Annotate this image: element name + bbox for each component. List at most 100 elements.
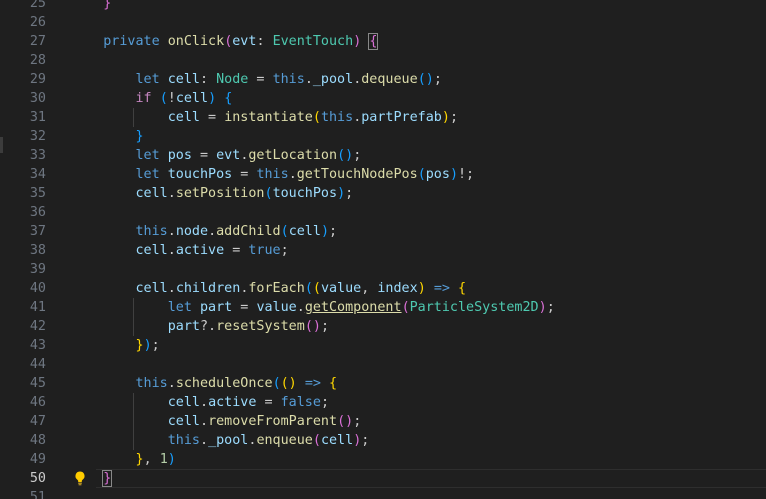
code-line[interactable]: 43 });	[0, 336, 766, 355]
code-line[interactable]: 46 cell.active = false;	[0, 393, 766, 412]
line-number: 26	[29, 15, 46, 30]
line-number: 40	[29, 281, 46, 296]
code-token: onClick	[167, 34, 225, 49]
code-line[interactable]: 33 let pos = evt.getLocation();	[0, 146, 766, 165]
code-token: cell	[135, 281, 168, 296]
code-token: _pool	[208, 433, 249, 448]
line-number: 29	[29, 72, 46, 87]
code-line[interactable]: 45 this.scheduleOnce(() => {	[0, 374, 766, 393]
code-token: )	[167, 452, 176, 467]
code-line[interactable]: 31 cell = instantiate(this.partPrefab);	[0, 108, 766, 127]
code-line[interactable]: 39	[0, 260, 766, 279]
code-token: =>	[304, 376, 321, 391]
code-token: )	[320, 224, 329, 239]
code-token: ;	[353, 414, 362, 429]
code-token: .	[296, 300, 305, 315]
code-token: :	[256, 34, 273, 49]
code-token: instantiate	[224, 110, 313, 125]
line-number: 32	[29, 129, 46, 144]
code-text: this.scheduleOnce(() => {	[71, 374, 338, 393]
code-token: part	[200, 300, 233, 315]
code-line[interactable]: 34 let touchPos = this.getTouchNodePos(p…	[0, 165, 766, 184]
code-token: let	[135, 72, 160, 87]
code-token: ;	[353, 148, 362, 163]
code-line[interactable]: 50 }	[0, 469, 766, 488]
code-token: private	[103, 34, 160, 49]
code-token: _pool	[312, 72, 354, 87]
code-line[interactable]: 36	[0, 203, 766, 222]
code-token: cell	[167, 395, 200, 410]
code-token: .	[288, 167, 297, 182]
line-number: 27	[29, 34, 46, 49]
code-token: active	[208, 395, 257, 410]
code-line[interactable]: 30 if (!cell) {	[0, 89, 766, 108]
code-line[interactable]: 28	[0, 51, 766, 70]
code-line[interactable]: 51	[0, 488, 766, 499]
line-number: 45	[29, 376, 46, 391]
code-line[interactable]: 32 }	[0, 127, 766, 146]
line-number: 42	[29, 319, 46, 334]
code-line[interactable]: 49 }, 1)	[0, 450, 766, 469]
code-line[interactable]: 42 part?.resetSystem();	[0, 317, 766, 336]
code-line[interactable]: 29 let cell: Node = this._pool.dequeue()…	[0, 70, 766, 89]
code-line[interactable]: 44	[0, 355, 766, 374]
code-token: (	[417, 167, 426, 182]
code-token: )	[538, 300, 547, 315]
lightbulb-icon[interactable]	[73, 470, 87, 486]
code-line[interactable]: 25 }	[0, 0, 766, 13]
code-token: let	[135, 148, 160, 163]
code-line[interactable]: 47 cell.removeFromParent();	[0, 412, 766, 431]
code-token: getTouchNodePos	[296, 167, 418, 182]
current-line-highlight	[96, 469, 766, 488]
code-line[interactable]: 35 cell.setPosition(touchPos);	[0, 184, 766, 203]
line-number: 35	[29, 186, 46, 201]
code-line[interactable]: 48 this._pool.enqueue(cell);	[0, 431, 766, 450]
code-token: cell	[167, 110, 200, 125]
code-token: =	[232, 167, 257, 182]
code-token: cell	[135, 243, 168, 258]
code-token: part	[167, 319, 200, 334]
line-number: 50	[29, 471, 46, 486]
code-token: this	[256, 167, 289, 182]
code-token: (	[312, 110, 321, 125]
code-line[interactable]: 38 cell.active = true;	[0, 241, 766, 260]
code-token: =	[191, 148, 217, 163]
code-token: let	[167, 300, 192, 315]
code-token: ,	[361, 281, 378, 296]
code-token: forEach	[248, 281, 305, 296]
code-token: pos	[425, 167, 450, 182]
code-line[interactable]: 26	[0, 13, 766, 32]
code-token: ;	[449, 110, 458, 125]
code-token: {	[458, 281, 467, 296]
code-token: value	[256, 300, 297, 315]
code-token: cell	[135, 186, 168, 201]
code-token: scheduleOnce	[175, 376, 273, 391]
code-token: (	[312, 281, 321, 296]
code-text: }	[71, 127, 144, 146]
code-token: getLocation	[248, 148, 338, 163]
code-token: ;	[320, 319, 329, 334]
code-line[interactable]: 37 this.node.addChild(cell);	[0, 222, 766, 241]
line-number: 46	[29, 395, 46, 410]
line-number: 49	[29, 452, 46, 467]
code-text: cell.removeFromParent();	[71, 412, 362, 431]
code-token: =	[248, 72, 273, 87]
code-token: {	[329, 376, 338, 391]
line-number: 39	[29, 262, 46, 277]
code-token: {	[224, 91, 233, 106]
code-editor[interactable]: 25 } 26 27 private onClick(evt: EventTouch…	[0, 0, 766, 499]
code-token: =	[224, 243, 249, 258]
code-line[interactable]: 27 private onClick(evt: EventTouch) {	[0, 32, 766, 51]
code-line[interactable]: 41 let part = value.getComponent(Particl…	[0, 298, 766, 317]
code-token: pos	[167, 148, 192, 163]
code-line[interactable]: 40 cell.children.forEach((value, index) …	[0, 279, 766, 298]
